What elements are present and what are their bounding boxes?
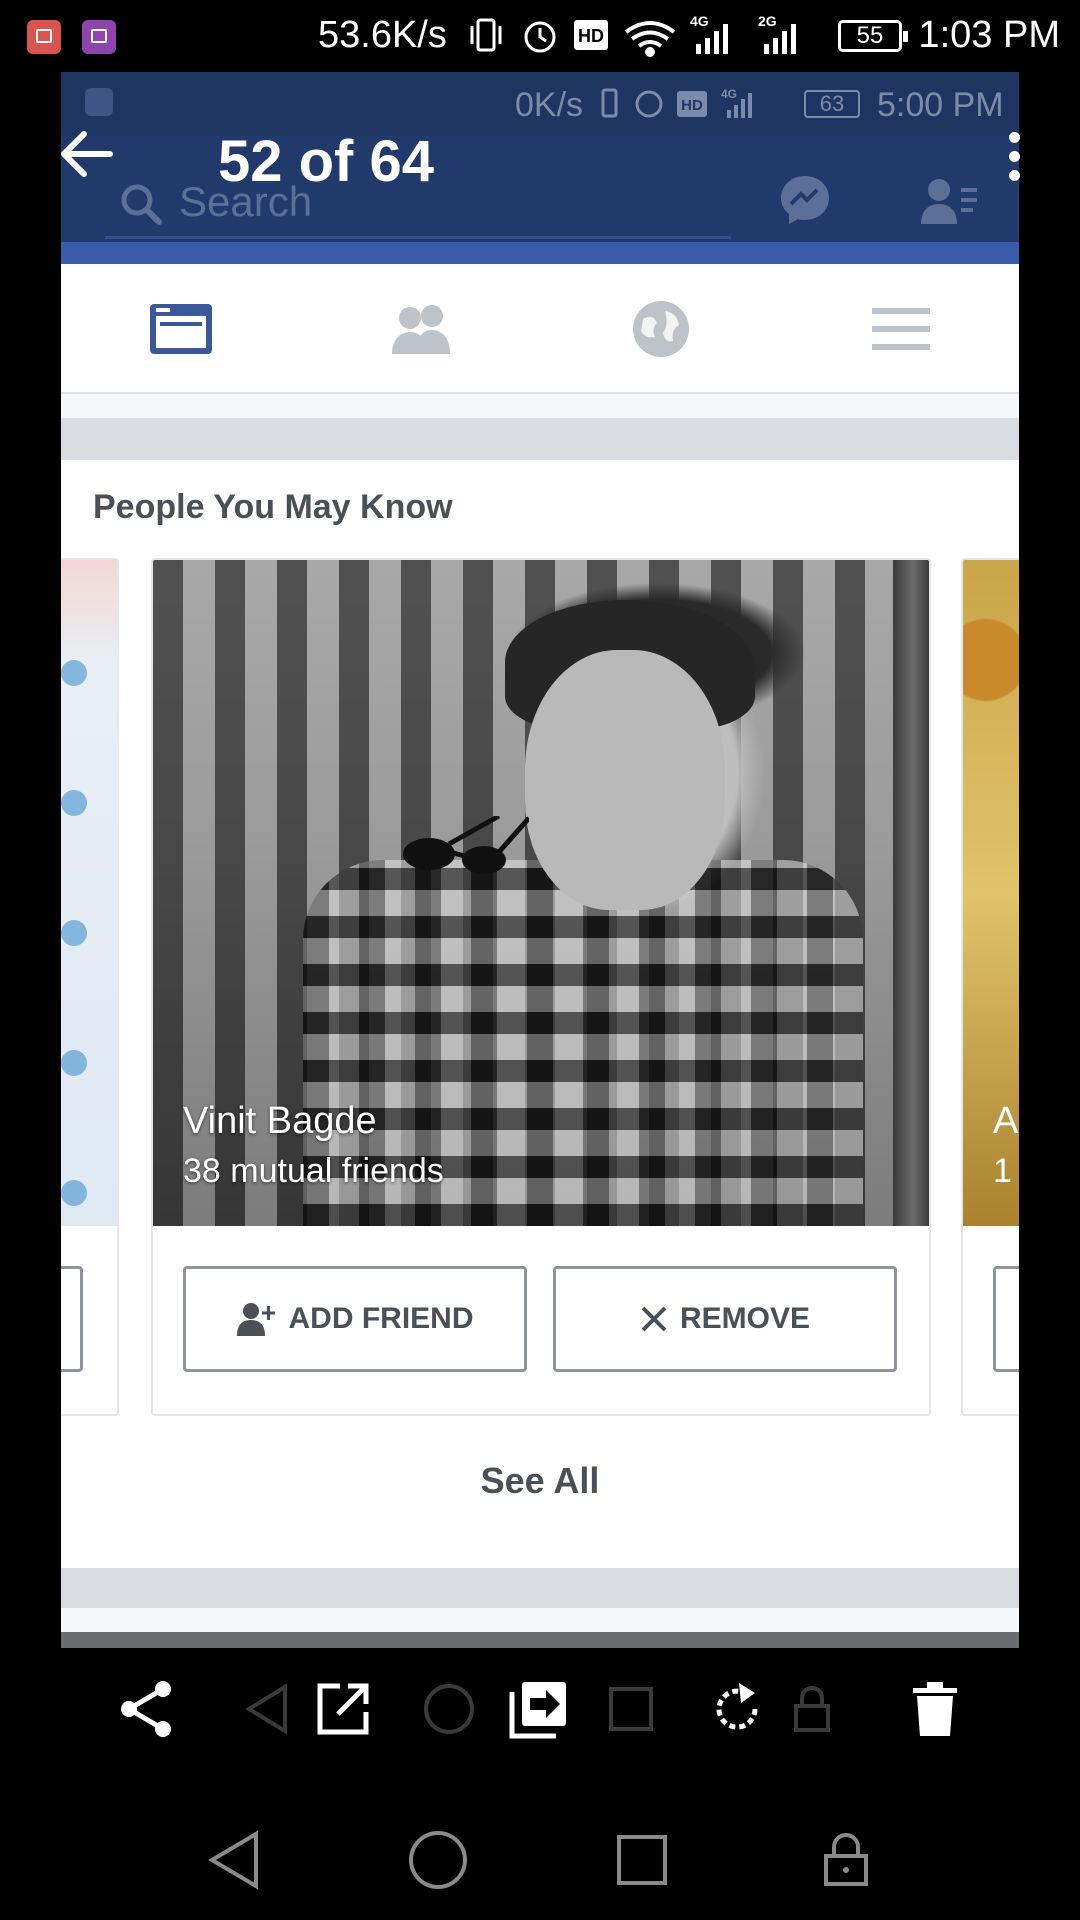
- battery-indicator: 55: [838, 20, 908, 52]
- people-you-may-know-section: People You May Know Vinit Bagde 38 mutua…: [61, 460, 1019, 1568]
- add-friend-button[interactable]: [61, 1266, 83, 1372]
- tab-news-feed[interactable]: [141, 294, 221, 364]
- mutual-friends-count: 38 mutual friends: [183, 1152, 444, 1190]
- nav-home-button[interactable]: [398, 1820, 478, 1900]
- viewer-bottom-toolbar: [0, 1660, 1080, 1760]
- add-friend-button[interactable]: ADD FRIEND: [183, 1266, 527, 1372]
- remove-label: REMOVE: [679, 1302, 811, 1335]
- delete-button[interactable]: [900, 1674, 970, 1744]
- news-feed-icon: [150, 304, 212, 354]
- svg-text:4G: 4G: [690, 14, 709, 29]
- suggestion-card-next[interactable]: A 1: [961, 558, 1019, 1416]
- see-all-link[interactable]: See All: [61, 1460, 1019, 1502]
- circle-home-icon: [424, 1684, 474, 1734]
- ghost-home-glyph: [414, 1674, 484, 1744]
- facebook-tab-bar: [61, 264, 1019, 394]
- recents-icon: [617, 1835, 667, 1885]
- friends-icon: [392, 305, 450, 354]
- suggestion-card-previous[interactable]: [61, 558, 119, 1416]
- nav-back-button[interactable]: [194, 1820, 274, 1900]
- next-post-preview: [61, 1632, 1019, 1648]
- home-icon: [409, 1831, 467, 1889]
- svg-text:HD: HD: [578, 26, 604, 46]
- section-divider: [61, 1568, 1019, 1608]
- sunglasses-graphic: [403, 816, 529, 874]
- rotate-icon: [716, 1683, 758, 1730]
- profile-photo: A 1: [963, 560, 1019, 1226]
- gallery-notification-icon: [82, 20, 116, 54]
- move-copy-button[interactable]: [504, 1674, 574, 1744]
- share-icon: [121, 1681, 171, 1737]
- back-icon: [208, 1830, 258, 1890]
- wifi-icon: [624, 21, 676, 57]
- overflow-menu-icon[interactable]: [1004, 132, 1024, 188]
- svg-text:4G: 4G: [721, 87, 737, 101]
- notification-app-icon: [27, 20, 61, 54]
- alarm-icon: [524, 21, 556, 53]
- open-external-icon: [317, 1683, 369, 1735]
- suggested-person-name: A: [993, 1100, 1019, 1142]
- mutual-friends-count: 1: [993, 1152, 1012, 1190]
- tab-menu[interactable]: [861, 294, 941, 364]
- share-button[interactable]: [112, 1674, 182, 1744]
- open-with-button[interactable]: [308, 1674, 378, 1744]
- system-navigation-bar: [0, 1800, 1080, 1920]
- signal-icon-2g: 2G: [758, 14, 796, 54]
- suggestion-card[interactable]: Vinit Bagde 38 mutual friends ADD FRIEND…: [151, 558, 931, 1416]
- clock: 1:03 PM: [918, 14, 1060, 56]
- add-friend-icon: [236, 1303, 275, 1336]
- ghost-recents-glyph: [596, 1674, 666, 1744]
- profile-photo: [61, 560, 117, 1226]
- menu-icon: [872, 308, 930, 350]
- viewer-top-bar: 52 of 64: [0, 110, 1080, 210]
- trash-icon: [913, 1682, 957, 1736]
- search-underline: [105, 236, 731, 239]
- svg-text:2G: 2G: [758, 14, 777, 29]
- image-counter: 52 of 64: [218, 129, 434, 194]
- tab-notifications[interactable]: [621, 294, 701, 364]
- lock-icon: [794, 1686, 830, 1732]
- vibrate-icon: [470, 18, 502, 52]
- section-divider: [61, 418, 1019, 460]
- nav-lock-button[interactable]: [806, 1820, 886, 1900]
- device-status-bar: 53.6K/s HD 4G 2G 55 1:03 PM: [0, 0, 1080, 72]
- profile-photo: Vinit Bagde 38 mutual friends: [153, 560, 929, 1226]
- viewed-screenshot[interactable]: 0K/s HD 4G 63 5:00 PM Search People You …: [61, 72, 1019, 1648]
- status-icons: HD 4G 2G: [470, 14, 796, 57]
- nav-recents-button[interactable]: [602, 1820, 682, 1900]
- back-arrow-icon[interactable]: [58, 130, 114, 178]
- signal-icon-4g: 4G: [690, 14, 728, 54]
- ghost-back-glyph: [232, 1674, 302, 1744]
- triangle-back-icon: [245, 1683, 287, 1735]
- rotate-button[interactable]: [702, 1674, 772, 1744]
- network-speed: 53.6K/s: [318, 14, 447, 56]
- suggested-person-name[interactable]: Vinit Bagde: [183, 1100, 377, 1143]
- hd-icon: HD: [574, 20, 608, 50]
- close-icon: [641, 1306, 667, 1332]
- globe-icon: [633, 301, 689, 357]
- tab-friends[interactable]: [381, 294, 461, 364]
- square-recents-icon: [609, 1687, 653, 1731]
- remove-button[interactable]: REMOVE: [553, 1266, 897, 1372]
- header-accent-strip: [61, 242, 1019, 264]
- add-friend-label: ADD FRIEND: [288, 1302, 474, 1335]
- ghost-lock-glyph: [777, 1674, 847, 1744]
- move-to-icon: [509, 1682, 566, 1739]
- lock-icon: [824, 1833, 868, 1886]
- add-friend-button[interactable]: [993, 1266, 1019, 1372]
- section-title: People You May Know: [93, 488, 453, 526]
